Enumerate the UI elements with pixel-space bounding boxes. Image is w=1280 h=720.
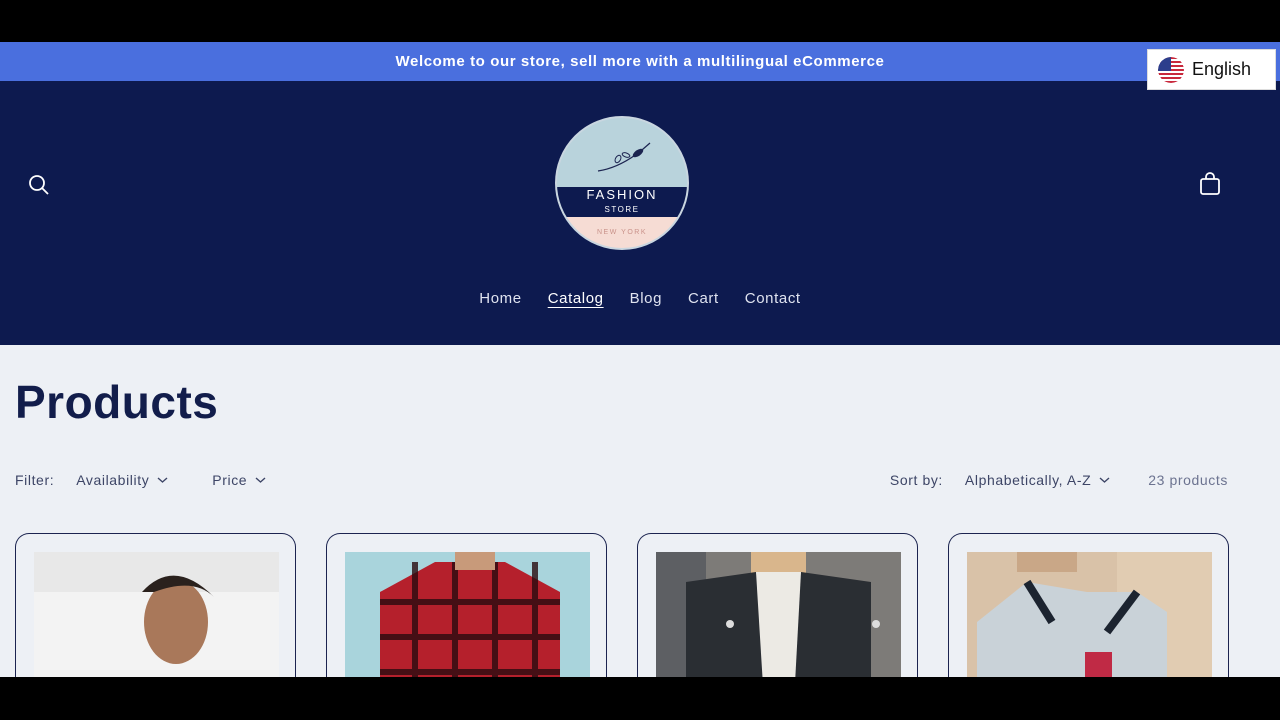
sort-select[interactable]: Alphabetically, A-Z (965, 472, 1110, 488)
main-navigation: Home Catalog Blog Cart Contact (0, 290, 1280, 307)
sort-bar: Sort by: Alphabetically, A-Z 23 products (890, 472, 1228, 488)
product-card[interactable] (326, 533, 607, 677)
product-image (656, 552, 901, 677)
logo-line1: FASHION (586, 187, 657, 202)
screen-bottom-bar (0, 677, 1280, 720)
collection-page: Products Filter: Availability Price Sort… (0, 345, 1280, 677)
price-filter-label: Price (212, 472, 248, 488)
announcement-bar: Welcome to our store, sell more with a m… (0, 42, 1280, 81)
site-header: FASHION STORE NEW YORK Home Catalog Blog… (0, 81, 1280, 345)
chevron-down-icon (157, 477, 168, 483)
language-selector[interactable]: English (1147, 49, 1276, 90)
language-label: English (1192, 59, 1252, 79)
nav-blog[interactable]: Blog (617, 290, 675, 307)
nav-home[interactable]: Home (466, 290, 534, 307)
product-image (34, 552, 279, 677)
product-card[interactable] (15, 533, 296, 677)
browser-frame: Welcome to our store, sell more with a m… (0, 0, 1280, 720)
product-image (345, 552, 590, 677)
nav-contact[interactable]: Contact (732, 290, 814, 307)
product-card[interactable] (948, 533, 1229, 677)
product-grid (15, 533, 1229, 677)
us-flag-icon (1158, 56, 1184, 83)
sort-value: Alphabetically, A-Z (964, 472, 1092, 488)
search-icon[interactable] (26, 172, 52, 198)
sort-label: Sort by: (889, 472, 943, 488)
announcement-text: Welcome to our store, sell more with a m… (395, 53, 885, 70)
chevron-down-icon (1099, 477, 1110, 483)
cart-icon[interactable] (1196, 170, 1224, 198)
availability-filter[interactable]: Availability (76, 472, 168, 488)
logo-line2: STORE (605, 205, 640, 214)
chevron-down-icon (255, 477, 266, 483)
store-logo[interactable]: FASHION STORE NEW YORK (554, 115, 690, 251)
nav-catalog[interactable]: Catalog (535, 290, 617, 307)
page-title: Products (15, 376, 219, 428)
product-card[interactable] (637, 533, 918, 677)
product-image (967, 552, 1212, 677)
nav-cart[interactable]: Cart (675, 290, 732, 307)
filter-bar: Filter: Availability Price (15, 472, 266, 488)
price-filter[interactable]: Price (212, 472, 266, 488)
availability-filter-label: Availability (76, 472, 150, 488)
filter-label: Filter: (15, 472, 55, 488)
product-count: 23 products (1148, 472, 1228, 488)
logo-line3: NEW YORK (597, 229, 647, 236)
